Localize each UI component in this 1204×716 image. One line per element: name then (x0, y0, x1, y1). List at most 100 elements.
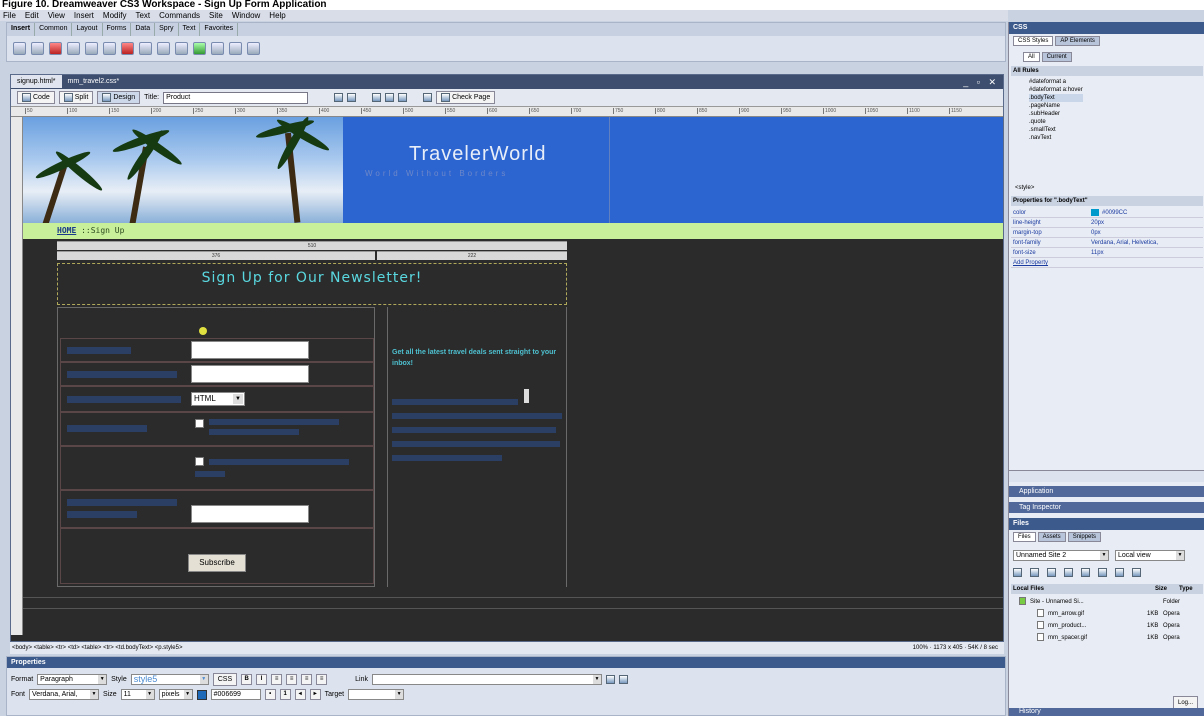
comments-input[interactable] (191, 505, 309, 523)
refresh-icon[interactable] (1030, 568, 1039, 577)
named-anchor-icon[interactable] (49, 42, 62, 55)
view-select[interactable]: Local view ▼ (1115, 550, 1185, 561)
menu-insert[interactable]: Insert (74, 10, 94, 21)
files-panel-header[interactable]: Files (1009, 518, 1204, 530)
tab-files[interactable]: Files (1013, 532, 1036, 542)
link-input[interactable]: ▼ (371, 674, 602, 685)
style-select[interactable]: style5 ▼ (130, 674, 209, 685)
connect-icon[interactable] (1013, 568, 1022, 577)
insert-tab-favorites[interactable]: Favorites (200, 23, 239, 36)
font-select[interactable]: Verdana, Arial, ▼ (29, 689, 100, 700)
subscribe-button[interactable]: Subscribe (188, 554, 246, 572)
align-left-icon[interactable]: ≡ (271, 674, 283, 685)
window-controls[interactable]: _ ▫ ✕ (963, 76, 999, 88)
tab-css-styles[interactable]: CSS Styles (1013, 36, 1054, 46)
text-color-swatch[interactable] (196, 689, 207, 700)
split-view-button[interactable]: Split (58, 91, 94, 104)
bold-button[interactable]: B (241, 674, 253, 685)
application-panel[interactable]: Application (1009, 486, 1204, 497)
justify-icon[interactable]: ≡ (316, 674, 328, 685)
unordered-list-icon[interactable]: • (264, 689, 276, 700)
history-panel[interactable]: History (1009, 708, 1204, 716)
css-prop-row[interactable]: line-height 20px (1011, 218, 1203, 228)
rule-item[interactable]: #dateformat a (1029, 78, 1083, 86)
media-icon[interactable] (121, 42, 134, 55)
table-icon[interactable] (67, 42, 80, 55)
rule-item[interactable]: #dateformat a:hover (1029, 86, 1083, 94)
doc-tab-css[interactable]: mm_travel2.css* (62, 75, 126, 88)
option-1-checkbox[interactable] (195, 419, 204, 428)
window-size[interactable]: 1173 x 405 (933, 645, 962, 651)
tag-chooser-icon[interactable] (247, 42, 260, 55)
rule-item[interactable]: .navText (1029, 134, 1083, 142)
get-files-icon[interactable] (1047, 568, 1056, 577)
file-management-icon[interactable] (334, 93, 344, 102)
tab-assets[interactable]: Assets (1037, 532, 1066, 542)
format-select[interactable]: Paragraph ▼ (37, 674, 108, 685)
properties-header[interactable]: Properties (7, 657, 1005, 668)
insert-tab-insert[interactable]: Insert (7, 23, 36, 36)
size-select[interactable]: 11 ▼ (120, 689, 155, 700)
rule-item[interactable]: .smallText (1029, 126, 1083, 134)
file-row[interactable]: mm_product... 1KB Opera (1011, 620, 1203, 632)
home-link[interactable]: HOME (57, 226, 76, 235)
tab-snippets[interactable]: Snippets (1067, 532, 1102, 542)
refresh-icon[interactable] (372, 93, 382, 102)
css-prop-row[interactable]: margin-top 0px (1011, 228, 1203, 238)
unit-select[interactable]: pixels ▼ (158, 689, 193, 700)
rule-item[interactable]: .bodyText (1029, 94, 1083, 102)
design-canvas[interactable]: TravelerWorld World Without Borders HOME… (23, 117, 1003, 635)
script-icon[interactable] (211, 42, 224, 55)
menu-view[interactable]: View (48, 10, 65, 21)
insert-tab-text[interactable]: Text (179, 23, 201, 36)
file-row[interactable]: mm_spacer.gif 1KB Opera (1011, 632, 1203, 644)
view-options-icon[interactable] (385, 93, 395, 102)
menu-file[interactable]: File (3, 10, 16, 21)
format-select[interactable]: HTML ▼ (191, 392, 245, 406)
css-button[interactable]: CSS (212, 673, 238, 686)
menu-site[interactable]: Site (209, 10, 223, 21)
tab-all[interactable]: All (1023, 52, 1040, 62)
doc-tab-signup[interactable]: signup.html* (11, 75, 62, 88)
design-view-button[interactable]: Design (97, 91, 141, 104)
put-files-icon[interactable] (1064, 568, 1073, 577)
synchronize-icon[interactable] (1115, 568, 1124, 577)
templates-icon[interactable] (229, 42, 242, 55)
images-icon[interactable] (103, 42, 116, 55)
target-select[interactable]: ▼ (348, 689, 405, 700)
css-panel-header[interactable]: CSS (1009, 22, 1204, 34)
file-row[interactable]: Site - Unnamed Si... Folder (1011, 596, 1203, 608)
zoom-level[interactable]: 100% (913, 645, 928, 651)
indent-icon[interactable]: ▸ (309, 689, 321, 700)
point-to-file-icon[interactable] (605, 675, 615, 684)
italic-button[interactable]: I (256, 674, 268, 685)
align-right-icon[interactable]: ≡ (301, 674, 313, 685)
tab-ap-elements[interactable]: AP Elements (1055, 36, 1100, 46)
menu-edit[interactable]: Edit (25, 10, 39, 21)
name-input[interactable] (191, 341, 309, 359)
insert-tab-layout[interactable]: Layout (72, 23, 103, 36)
rule-item[interactable]: .subHeader (1029, 110, 1083, 118)
css-prop-row[interactable]: color #0099CC (1011, 208, 1203, 218)
tag-selector[interactable]: <body> <table> <tr> <td> <table> <tr> <t… (12, 645, 182, 651)
browse-folder-icon[interactable] (618, 675, 628, 684)
insert-tab-forms[interactable]: Forms (103, 23, 132, 36)
css-prop-row[interactable]: font-size 11px (1011, 248, 1203, 258)
email-input[interactable] (191, 365, 309, 383)
css-prop-row[interactable]: font-family Verdana, Arial, Helvetica, (1011, 238, 1203, 248)
menu-help[interactable]: Help (269, 10, 285, 21)
check-in-icon[interactable] (1098, 568, 1107, 577)
preview-browser-icon[interactable] (347, 93, 357, 102)
visual-aids-icon[interactable] (398, 93, 408, 102)
add-property-link[interactable]: Add Property (1011, 258, 1203, 268)
align-center-icon[interactable]: ≡ (286, 674, 298, 685)
menu-text[interactable]: Text (135, 10, 150, 21)
check-page-button[interactable]: Check Page (436, 91, 496, 104)
hyperlink-icon[interactable] (13, 42, 26, 55)
menu-window[interactable]: Window (232, 10, 260, 21)
date-icon[interactable] (139, 42, 152, 55)
insert-tab-spry[interactable]: Spry (155, 23, 179, 36)
page-title-input[interactable]: Product (163, 91, 309, 104)
server-side-include-icon[interactable] (157, 42, 170, 55)
expand-icon[interactable] (1132, 568, 1141, 577)
